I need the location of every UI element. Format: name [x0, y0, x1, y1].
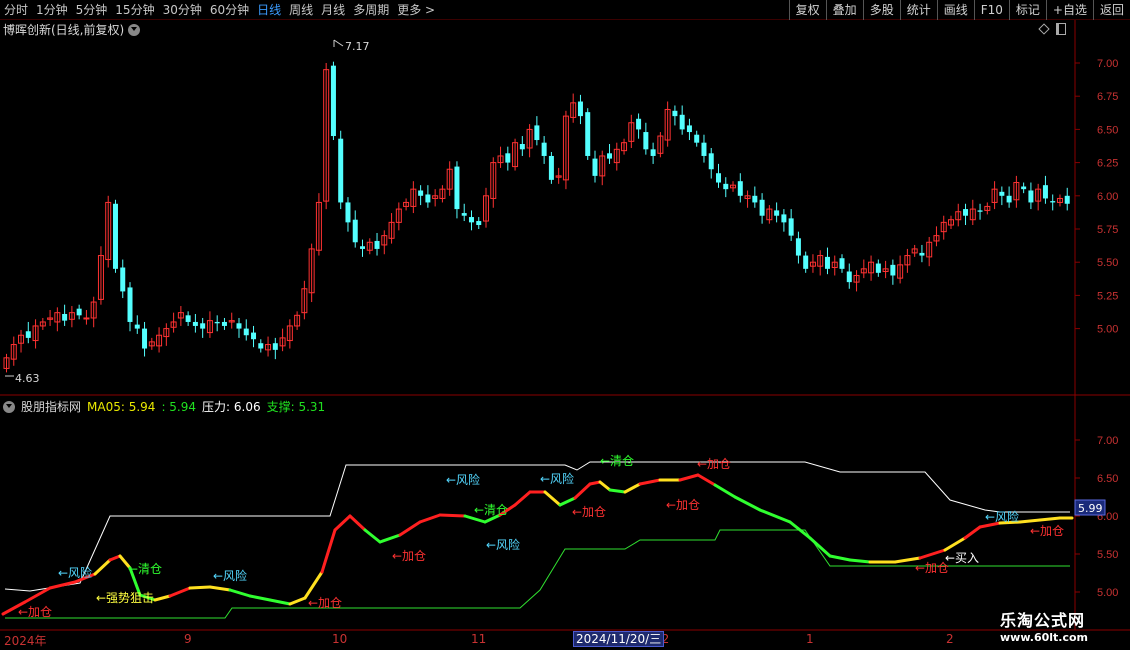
- watermark-title: 乐淘公式网: [1000, 611, 1086, 630]
- date-label: 9: [184, 632, 192, 646]
- signal-annotation: ←买入: [945, 551, 979, 565]
- ma-segment: [108, 554, 122, 562]
- ma-segment: [93, 558, 112, 576]
- support-line: [5, 529, 1070, 619]
- watermark-url: www.60lt.com: [1000, 631, 1089, 644]
- ma-segment: [543, 490, 562, 507]
- ma-segment: [638, 478, 662, 486]
- ma-segment: [713, 483, 737, 499]
- signal-annotation: ←清仓: [128, 562, 162, 576]
- signal-annotation: ←强势狙击: [96, 591, 154, 605]
- date-label: 11: [471, 632, 487, 646]
- signal-annotation: ←加仓: [915, 561, 949, 575]
- ma-line: [1, 473, 1074, 616]
- ma-segment: [438, 513, 467, 518]
- ma-segment: [1038, 516, 1062, 522]
- ma-segment: [758, 508, 792, 524]
- ma-segment: [513, 490, 532, 507]
- ma-segment: [208, 585, 232, 592]
- ma-segment: [288, 596, 307, 606]
- date-label: 10: [332, 632, 348, 646]
- watermark: 乐淘公式网 www.60lt.com: [1000, 607, 1130, 644]
- indicator-price-axis: 7.006.506.005.505.00: [1075, 435, 1118, 599]
- ma-segment: [848, 558, 872, 564]
- current-value-tag: 5.99: [1074, 499, 1106, 516]
- date-label: 1: [806, 632, 814, 646]
- signal-annotation: ←加仓: [392, 549, 426, 563]
- ma-segment: [188, 585, 212, 590]
- signal-annotation: ←加仓: [666, 498, 700, 512]
- ma-segment: [828, 554, 852, 562]
- signal-annotation: ←加仓: [18, 605, 52, 619]
- pressure-line: [4, 461, 1070, 592]
- indicator-tick-label: 7.00: [1097, 435, 1118, 447]
- ma-segment: [320, 528, 337, 574]
- ma-segment: [733, 495, 762, 512]
- signal-annotation: ←加仓: [572, 505, 606, 519]
- ma-segment: [573, 482, 592, 500]
- indicator-tick-label: 5.50: [1097, 549, 1118, 561]
- date-axis: 2024年 9 10 11 12 1 2 2024/11/20/三: [0, 630, 1075, 650]
- signal-annotation: ←加仓: [1030, 524, 1064, 538]
- ma-segment: [623, 482, 642, 494]
- indicator-chart[interactable]: 7.006.506.005.505.00 ←加仓←风险 ←清仓←强势狙击←风险←加…: [0, 0, 1130, 650]
- ma-segment: [398, 520, 422, 537]
- ma-segment: [363, 528, 382, 544]
- ma-segment: [268, 598, 292, 606]
- ma-segment: [696, 473, 717, 487]
- signal-annotation: ←风险: [486, 537, 520, 552]
- ma-segment: [598, 480, 612, 492]
- date-cursor-label: 2024/11/20/三: [573, 631, 665, 647]
- ma-segment: [348, 514, 367, 532]
- indicator-tick-label: 5.00: [1097, 587, 1118, 599]
- signal-annotation: ←风险: [540, 471, 574, 486]
- date-label: 2024年: [4, 634, 47, 648]
- signal-annotation: ←加仓: [697, 457, 731, 471]
- ma-segment: [943, 536, 967, 552]
- ma-segment: [1018, 518, 1042, 524]
- ma-segment: [378, 533, 402, 544]
- signal-annotation: ←风险: [446, 472, 480, 487]
- signal-annotation: ←风险: [58, 565, 92, 580]
- signal-annotation: ←清仓: [600, 454, 634, 468]
- current-value: 5.99: [1078, 502, 1103, 515]
- indicator-tick-label: 6.50: [1097, 473, 1118, 485]
- ma-segment: [48, 580, 77, 590]
- ma-segment: [558, 496, 577, 507]
- date-label: 2: [946, 632, 954, 646]
- ma-segment: [248, 594, 272, 602]
- ma-segment: [228, 588, 252, 598]
- ma-segment: [678, 473, 700, 482]
- signal-annotation: ←风险: [985, 509, 1019, 524]
- ma-segment: [608, 488, 627, 494]
- ma-segment: [153, 594, 172, 602]
- signal-annotation: ←加仓: [308, 596, 342, 610]
- ma-segment: [418, 513, 442, 524]
- ma-segment: [963, 525, 982, 540]
- signal-annotation: ←清仓: [474, 503, 508, 517]
- ma-segment: [918, 548, 947, 560]
- ma-segment: [808, 536, 832, 558]
- ma-segment: [588, 480, 602, 486]
- ma-segment: [168, 586, 192, 598]
- signal-annotation: ←风险: [213, 568, 247, 583]
- ma-segment: [333, 514, 352, 532]
- ma-segment: [303, 570, 324, 600]
